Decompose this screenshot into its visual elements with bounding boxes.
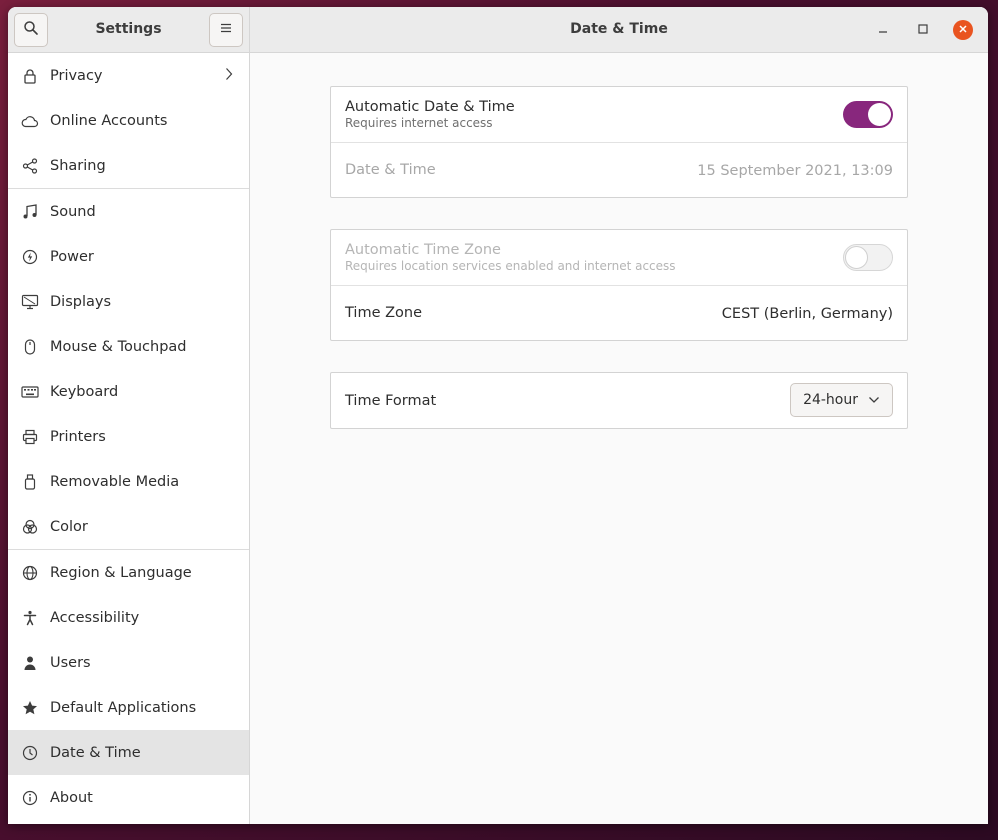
accessibility-icon <box>21 609 39 627</box>
main-content: Automatic Date & Time Requires internet … <box>250 53 988 824</box>
search-icon <box>23 20 39 40</box>
timezone-frame: Automatic Time Zone Requires location se… <box>330 229 908 341</box>
close-button[interactable] <box>953 20 973 40</box>
music-note-icon <box>21 203 39 221</box>
cloud-icon <box>21 112 39 130</box>
search-button[interactable] <box>14 13 48 47</box>
mouse-icon <box>21 338 39 356</box>
time-format-value: 24-hour <box>803 392 858 408</box>
minimize-icon <box>878 22 888 38</box>
lock-icon <box>21 67 39 85</box>
auto-date-time-label: Automatic Date & Time <box>345 99 515 115</box>
auto-timezone-row: Automatic Time Zone Requires location se… <box>331 230 907 285</box>
sidebar-item-power[interactable]: Power <box>8 234 249 279</box>
date-time-label: Date & Time <box>345 162 436 178</box>
display-icon <box>21 293 39 311</box>
headerbar: Date & Time <box>250 7 988 53</box>
sidebar-item-mouse-touchpad[interactable]: Mouse & Touchpad <box>8 324 249 369</box>
minimize-button[interactable] <box>873 20 893 40</box>
sidebar-item-privacy[interactable]: Privacy <box>8 53 249 98</box>
sidebar-item-default-applications[interactable]: Default Applications <box>8 685 249 730</box>
sidebar-item-label: Accessibility <box>50 609 140 626</box>
color-icon <box>21 518 39 536</box>
sidebar-item-label: Region & Language <box>50 564 192 581</box>
sidebar: Privacy Online Accounts Sharing Sound Po… <box>8 53 250 824</box>
sidebar-item-about[interactable]: About <box>8 775 249 820</box>
share-icon <box>21 157 39 175</box>
sidebar-item-displays[interactable]: Displays <box>8 279 249 324</box>
sidebar-item-region-language[interactable]: Region & Language <box>8 550 249 595</box>
sidebar-item-label: Mouse & Touchpad <box>50 338 187 355</box>
sidebar-item-sound[interactable]: Sound <box>8 189 249 234</box>
sidebar-item-label: Privacy <box>50 67 103 84</box>
sidebar-item-online-accounts[interactable]: Online Accounts <box>8 98 249 143</box>
sidebar-title: Settings <box>95 21 162 37</box>
sidebar-item-label: Sharing <box>50 157 106 174</box>
usb-drive-icon <box>21 473 39 491</box>
sidebar-item-printers[interactable]: Printers <box>8 414 249 459</box>
time-format-dropdown[interactable]: 24-hour <box>790 383 893 417</box>
time-format-frame: Time Format 24-hour <box>330 372 908 429</box>
sidebar-item-label: Color <box>50 518 88 535</box>
auto-timezone-switch <box>843 244 893 271</box>
close-icon <box>958 22 968 38</box>
sidebar-item-label: Keyboard <box>50 383 119 400</box>
sidebar-item-label: Online Accounts <box>50 112 168 129</box>
auto-date-time-switch[interactable] <box>843 101 893 128</box>
sidebar-item-label: Users <box>50 654 91 671</box>
sidebar-item-color[interactable]: Color <box>8 504 249 549</box>
time-format-row: Time Format 24-hour <box>331 373 907 428</box>
settings-window: Settings Date & Time Privacy Online Acco… <box>8 7 988 824</box>
chevron-down-icon <box>868 392 880 408</box>
date-time-value: 15 September 2021, 13:09 <box>697 162 893 179</box>
printer-icon <box>21 428 39 446</box>
sidebar-item-label: Date & Time <box>50 744 141 761</box>
sidebar-item-label: Displays <box>50 293 112 310</box>
sidebar-item-sharing[interactable]: Sharing <box>8 143 249 188</box>
sidebar-item-label: Removable Media <box>50 473 180 490</box>
auto-date-time-row[interactable]: Automatic Date & Time Requires internet … <box>331 87 907 142</box>
sidebar-item-removable-media[interactable]: Removable Media <box>8 459 249 504</box>
sidebar-item-date-time[interactable]: Date & Time <box>8 730 249 775</box>
user-icon <box>21 654 39 672</box>
maximize-button[interactable] <box>913 20 933 40</box>
chevron-right-icon <box>225 67 233 85</box>
sidebar-item-label: Sound <box>50 203 96 220</box>
keyboard-icon <box>21 383 39 401</box>
timezone-label: Time Zone <box>345 305 423 321</box>
maximize-icon <box>918 22 928 38</box>
date-time-row: Date & Time 15 September 2021, 13:09 <box>331 142 907 197</box>
auto-timezone-label: Automatic Time Zone <box>345 242 501 258</box>
sidebar-header: Settings <box>8 7 250 53</box>
globe-icon <box>21 564 39 582</box>
clock-icon <box>21 744 39 762</box>
sidebar-item-keyboard[interactable]: Keyboard <box>8 369 249 414</box>
auto-date-time-sublabel: Requires internet access <box>345 116 493 130</box>
sidebar-item-label: Printers <box>50 428 106 445</box>
sidebar-item-label: Default Applications <box>50 699 197 716</box>
sidebar-item-label: Power <box>50 248 94 265</box>
sidebar-item-accessibility[interactable]: Accessibility <box>8 595 249 640</box>
auto-timezone-sublabel: Requires location services enabled and i… <box>345 259 676 273</box>
star-icon <box>21 699 39 717</box>
main-menu-button[interactable] <box>209 13 243 47</box>
time-format-label: Time Format <box>345 392 437 409</box>
power-icon <box>21 248 39 266</box>
sidebar-item-users[interactable]: Users <box>8 640 249 685</box>
sidebar-item-label: About <box>50 789 93 806</box>
date-time-frame: Automatic Date & Time Requires internet … <box>330 86 908 198</box>
timezone-value: CEST (Berlin, Germany) <box>721 305 893 322</box>
timezone-row[interactable]: Time Zone CEST (Berlin, Germany) <box>331 285 907 340</box>
info-icon <box>21 789 39 807</box>
hamburger-menu-icon <box>220 22 232 38</box>
